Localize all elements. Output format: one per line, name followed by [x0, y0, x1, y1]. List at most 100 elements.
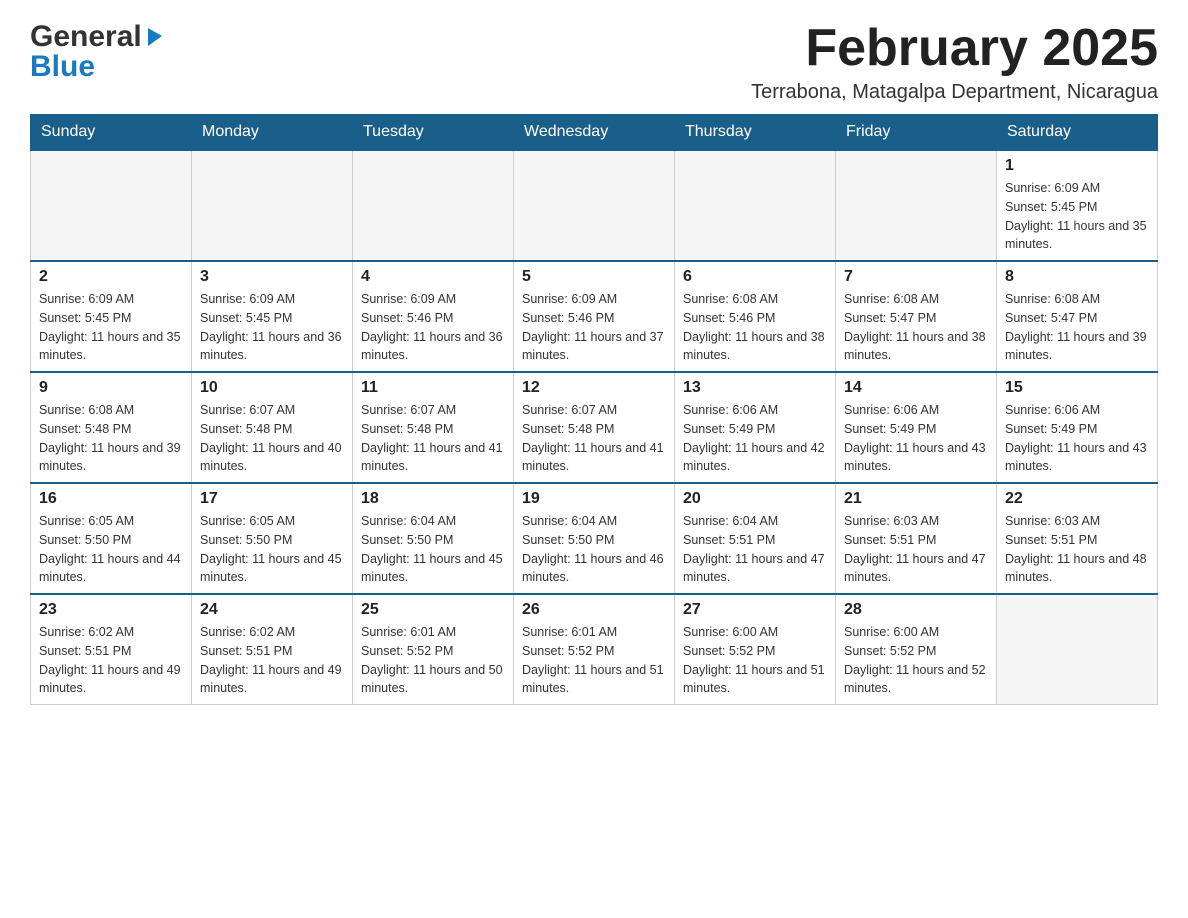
calendar-day-cell: [31, 150, 192, 261]
day-number: 18: [361, 490, 505, 508]
weekday-header-tuesday: Tuesday: [353, 115, 514, 151]
calendar-day-cell: 15 Sunrise: 6:06 AMSunset: 5:49 PMDayligh…: [997, 372, 1158, 483]
day-info: Sunrise: 6:08 AMSunset: 5:48 PMDaylight:…: [39, 401, 183, 476]
calendar-day-cell: 11 Sunrise: 6:07 AMSunset: 5:48 PMDayligh…: [353, 372, 514, 483]
day-info: Sunrise: 6:07 AMSunset: 5:48 PMDaylight:…: [522, 401, 666, 476]
calendar-day-cell: 14 Sunrise: 6:06 AMSunset: 5:49 PMDayligh…: [836, 372, 997, 483]
day-number: 12: [522, 379, 666, 397]
day-number: 27: [683, 601, 827, 619]
day-number: 20: [683, 490, 827, 508]
calendar-day-cell: 10Sunrise: 6:07 AMSunset: 5:48 PMDayligh…: [192, 372, 353, 483]
day-number: 25: [361, 601, 505, 619]
day-number: 15: [1005, 379, 1149, 397]
day-info: Sunrise: 6:04 AMSunset: 5:50 PMDaylight:…: [361, 512, 505, 587]
calendar-day-cell: [192, 150, 353, 261]
day-number: 6: [683, 268, 827, 286]
calendar-day-cell: 18 Sunrise: 6:04 AMSunset: 5:50 PMDayligh…: [353, 483, 514, 594]
calendar-day-cell: 1 Sunrise: 6:09 AMSunset: 5:45 PMDaylight…: [997, 150, 1158, 261]
day-number: 3: [200, 268, 344, 286]
logo-blue: Blue: [30, 50, 95, 84]
calendar-day-cell: 24 Sunrise: 6:02 AMSunset: 5:51 PMDayligh…: [192, 594, 353, 705]
day-info: Sunrise: 6:04 AMSunset: 5:51 PMDaylight:…: [683, 512, 827, 587]
calendar-day-cell: 17 Sunrise: 6:05 AMSunset: 5:50 PMDayligh…: [192, 483, 353, 594]
day-number: 13: [683, 379, 827, 397]
calendar-day-cell: 6 Sunrise: 6:08 AMSunset: 5:46 PMDaylight…: [675, 261, 836, 372]
month-year-title: February 2025: [751, 20, 1158, 77]
calendar-day-cell: 4 Sunrise: 6:09 AMSunset: 5:46 PMDaylight…: [353, 261, 514, 372]
day-info: Sunrise: 6:02 AMSunset: 5:51 PMDaylight:…: [39, 623, 183, 698]
day-number: 5: [522, 268, 666, 286]
calendar-day-cell: 27 Sunrise: 6:00 AMSunset: 5:52 PMDayligh…: [675, 594, 836, 705]
page-header: General Blue February 2025 Terrabona, Ma…: [30, 20, 1158, 104]
calendar-table: SundayMondayTuesdayWednesdayThursdayFrid…: [30, 114, 1158, 705]
day-info: Sunrise: 6:03 AMSunset: 5:51 PMDaylight:…: [844, 512, 988, 587]
day-info: Sunrise: 6:09 AMSunset: 5:45 PMDaylight:…: [1005, 179, 1149, 254]
logo-general: General: [30, 20, 142, 54]
day-number: 4: [361, 268, 505, 286]
day-info: Sunrise: 6:01 AMSunset: 5:52 PMDaylight:…: [522, 623, 666, 698]
day-number: 21: [844, 490, 988, 508]
weekday-header-saturday: Saturday: [997, 115, 1158, 151]
day-info: Sunrise: 6:02 AMSunset: 5:51 PMDaylight:…: [200, 623, 344, 698]
day-info: Sunrise: 6:06 AMSunset: 5:49 PMDaylight:…: [844, 401, 988, 476]
day-number: 1: [1005, 157, 1149, 175]
day-number: 23: [39, 601, 183, 619]
weekday-header-thursday: Thursday: [675, 115, 836, 151]
calendar-day-cell: [675, 150, 836, 261]
weekday-header-sunday: Sunday: [31, 115, 192, 151]
location-subtitle: Terrabona, Matagalpa Department, Nicarag…: [751, 81, 1158, 104]
title-area: February 2025 Terrabona, Matagalpa Depar…: [751, 20, 1158, 104]
day-info: Sunrise: 6:00 AMSunset: 5:52 PMDaylight:…: [683, 623, 827, 698]
day-info: Sunrise: 6:05 AMSunset: 5:50 PMDaylight:…: [39, 512, 183, 587]
calendar-week-row: 16Sunrise: 6:05 AMSunset: 5:50 PMDayligh…: [31, 483, 1158, 594]
day-info: Sunrise: 6:08 AMSunset: 5:47 PMDaylight:…: [844, 290, 988, 365]
calendar-day-cell: 5Sunrise: 6:09 AMSunset: 5:46 PMDaylight…: [514, 261, 675, 372]
calendar-day-cell: 26 Sunrise: 6:01 AMSunset: 5:52 PMDayligh…: [514, 594, 675, 705]
calendar-day-cell: 22 Sunrise: 6:03 AMSunset: 5:51 PMDayligh…: [997, 483, 1158, 594]
calendar-day-cell: 12 Sunrise: 6:07 AMSunset: 5:48 PMDayligh…: [514, 372, 675, 483]
weekday-header-wednesday: Wednesday: [514, 115, 675, 151]
day-info: Sunrise: 6:09 AMSunset: 5:45 PMDaylight:…: [39, 290, 183, 365]
day-info: Sunrise: 6:05 AMSunset: 5:50 PMDaylight:…: [200, 512, 344, 587]
calendar-day-cell: 19Sunrise: 6:04 AMSunset: 5:50 PMDayligh…: [514, 483, 675, 594]
logo: General Blue: [30, 20, 166, 84]
calendar-day-cell: 2Sunrise: 6:09 AMSunset: 5:45 PMDaylight…: [31, 261, 192, 372]
calendar-day-cell: 7Sunrise: 6:08 AMSunset: 5:47 PMDaylight…: [836, 261, 997, 372]
calendar-day-cell: 3 Sunrise: 6:09 AMSunset: 5:45 PMDaylight…: [192, 261, 353, 372]
calendar-day-cell: 20 Sunrise: 6:04 AMSunset: 5:51 PMDayligh…: [675, 483, 836, 594]
day-number: 11: [361, 379, 505, 397]
calendar-week-row: 1 Sunrise: 6:09 AMSunset: 5:45 PMDaylight…: [31, 150, 1158, 261]
calendar-day-cell: 28Sunrise: 6:00 AMSunset: 5:52 PMDayligh…: [836, 594, 997, 705]
day-info: Sunrise: 6:06 AMSunset: 5:49 PMDaylight:…: [683, 401, 827, 476]
day-info: Sunrise: 6:08 AMSunset: 5:46 PMDaylight:…: [683, 290, 827, 365]
calendar-day-cell: 13 Sunrise: 6:06 AMSunset: 5:49 PMDayligh…: [675, 372, 836, 483]
day-info: Sunrise: 6:08 AMSunset: 5:47 PMDaylight:…: [1005, 290, 1149, 365]
weekday-header-row: SundayMondayTuesdayWednesdayThursdayFrid…: [31, 115, 1158, 151]
calendar-day-cell: 9Sunrise: 6:08 AMSunset: 5:48 PMDaylight…: [31, 372, 192, 483]
day-number: 17: [200, 490, 344, 508]
day-number: 28: [844, 601, 988, 619]
calendar-day-cell: 16Sunrise: 6:05 AMSunset: 5:50 PMDayligh…: [31, 483, 192, 594]
day-number: 26: [522, 601, 666, 619]
day-info: Sunrise: 6:09 AMSunset: 5:46 PMDaylight:…: [361, 290, 505, 365]
calendar-day-cell: 8 Sunrise: 6:08 AMSunset: 5:47 PMDaylight…: [997, 261, 1158, 372]
day-number: 24: [200, 601, 344, 619]
day-info: Sunrise: 6:07 AMSunset: 5:48 PMDaylight:…: [361, 401, 505, 476]
calendar-week-row: 9Sunrise: 6:08 AMSunset: 5:48 PMDaylight…: [31, 372, 1158, 483]
calendar-day-cell: [353, 150, 514, 261]
day-number: 14: [844, 379, 988, 397]
calendar-week-row: 23 Sunrise: 6:02 AMSunset: 5:51 PMDayligh…: [31, 594, 1158, 705]
day-info: Sunrise: 6:09 AMSunset: 5:45 PMDaylight:…: [200, 290, 344, 365]
calendar-day-cell: 25Sunrise: 6:01 AMSunset: 5:52 PMDayligh…: [353, 594, 514, 705]
calendar-day-cell: 23 Sunrise: 6:02 AMSunset: 5:51 PMDayligh…: [31, 594, 192, 705]
calendar-day-cell: [836, 150, 997, 261]
day-number: 8: [1005, 268, 1149, 286]
logo-arrow-icon: [144, 24, 166, 51]
weekday-header-friday: Friday: [836, 115, 997, 151]
day-info: Sunrise: 6:06 AMSunset: 5:49 PMDaylight:…: [1005, 401, 1149, 476]
day-number: 22: [1005, 490, 1149, 508]
calendar-week-row: 2Sunrise: 6:09 AMSunset: 5:45 PMDaylight…: [31, 261, 1158, 372]
calendar-day-cell: [514, 150, 675, 261]
day-info: Sunrise: 6:03 AMSunset: 5:51 PMDaylight:…: [1005, 512, 1149, 587]
weekday-header-monday: Monday: [192, 115, 353, 151]
